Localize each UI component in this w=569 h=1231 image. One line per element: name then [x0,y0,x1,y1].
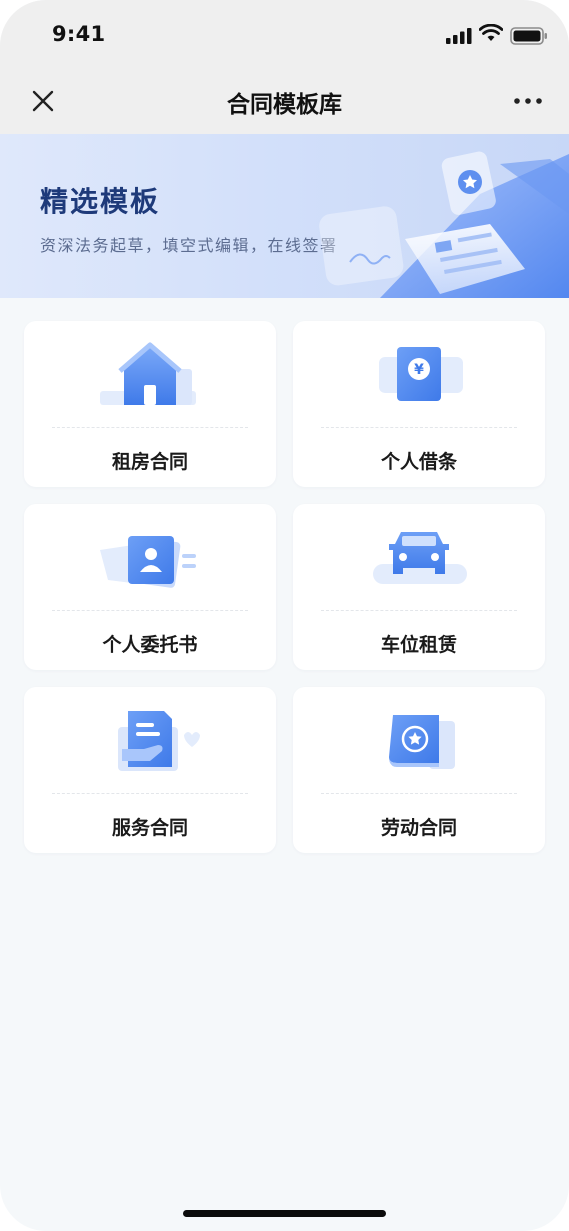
page-title: 合同模板库 [227,92,342,118]
template-card-iou[interactable]: ¥ 个人借条 [293,321,545,487]
person-card-icon [100,536,196,588]
banner-subtitle: 资深法务起草，填空式编辑，在线签署 [40,236,338,255]
contract-illustration-icon [319,151,569,298]
handshake-document-icon [118,711,200,771]
featured-banner[interactable]: 精选模板 资深法务起草，填空式编辑，在线签署 [0,134,569,298]
svg-text:¥: ¥ [414,362,424,378]
template-card-labor-contract[interactable]: 劳动合同 [293,687,545,853]
template-card-service-contract[interactable]: 服务合同 [24,687,276,853]
card-divider [52,610,248,611]
home-indicator[interactable] [183,1210,386,1217]
card-divider [52,793,248,794]
battery-icon [510,27,547,45]
status-time: 9:41 [52,22,106,46]
car-icon [373,532,467,584]
template-card-parking-lease[interactable]: 车位租赁 [293,504,545,670]
template-label: 个人借条 [380,451,457,473]
status-bar: 9:41 [0,0,569,70]
template-label: 服务合同 [111,817,188,839]
wifi-icon [479,24,503,41]
card-divider [321,610,517,611]
card-divider [52,427,248,428]
cellular-signal-icon [446,28,472,44]
navigation-bar: 合同模板库 [0,70,569,134]
house-icon [100,342,196,405]
more-options-icon[interactable] [510,88,546,114]
card-divider [321,793,517,794]
template-label: 车位租赁 [380,634,457,656]
banner-title: 精选模板 [40,185,161,218]
template-label: 劳动合同 [380,817,457,839]
template-label: 租房合同 [111,451,188,473]
yuan-note-icon: ¥ [379,347,463,401]
card-divider [321,427,517,428]
template-label: 个人委托书 [102,634,198,656]
star-certificate-icon [389,715,455,769]
phone-screen: 9:41 合同模板库 精选模板 资深法务起草，填空式编辑，在线签署 租房合同 ¥… [0,0,569,1231]
template-card-power-of-attorney[interactable]: 个人委托书 [24,504,276,670]
template-card-rental[interactable]: 租房合同 [24,321,276,487]
